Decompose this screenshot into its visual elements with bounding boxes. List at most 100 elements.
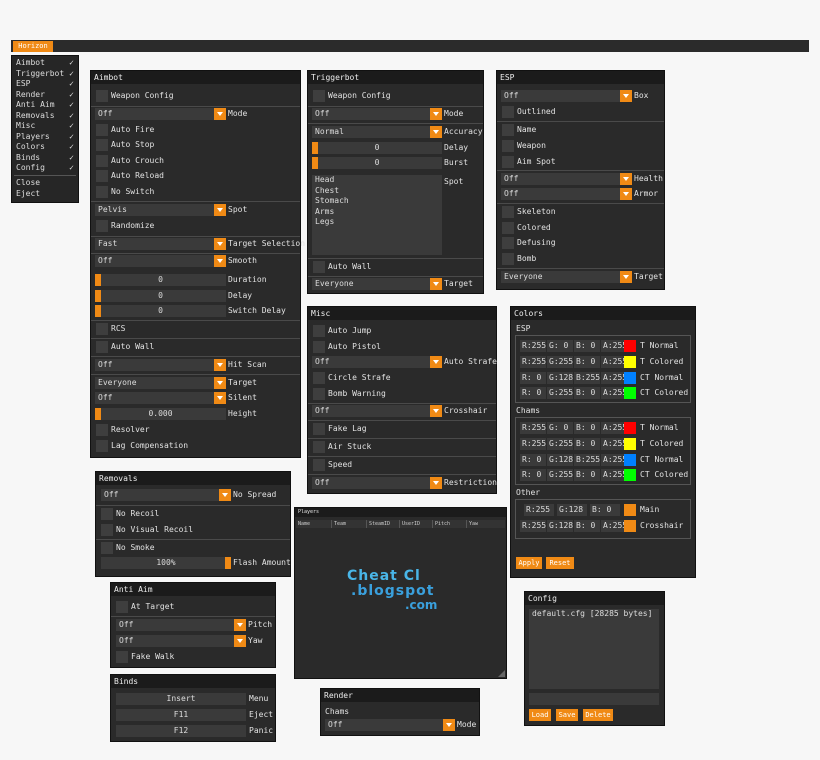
green-field[interactable]: G:255 <box>547 387 573 399</box>
save-button[interactable]: Save <box>556 709 578 721</box>
bomb-warning-checkbox[interactable] <box>313 388 325 400</box>
green-field[interactable]: G:255 <box>547 469 573 481</box>
window-title[interactable]: Triggerbot <box>308 71 483 84</box>
chams-mode-combo[interactable]: Off <box>325 719 455 731</box>
delay-slider[interactable]: 0 <box>95 290 226 302</box>
color-swatch[interactable] <box>624 340 636 352</box>
at-target-checkbox[interactable] <box>116 601 128 613</box>
height-slider[interactable]: 0.000 <box>95 408 226 420</box>
box-combo[interactable]: Off <box>501 90 632 102</box>
target-combo[interactable]: Everyone <box>501 271 632 283</box>
yaw-combo[interactable]: Off <box>116 635 246 647</box>
config-name-input[interactable] <box>529 693 659 705</box>
slider-grab[interactable] <box>95 290 101 302</box>
color-swatch[interactable] <box>624 504 636 516</box>
red-field[interactable]: R:255 <box>520 520 546 532</box>
fake-lag-checkbox[interactable] <box>313 423 325 435</box>
no-recoil-checkbox[interactable] <box>101 508 113 520</box>
weapon-config-checkbox[interactable] <box>313 90 325 102</box>
rcs-checkbox[interactable] <box>96 323 108 335</box>
red-field[interactable]: R: 0 <box>520 469 546 481</box>
mode-combo[interactable]: Off <box>312 108 442 120</box>
menu-item-binds[interactable]: Binds ✓ <box>16 153 76 163</box>
auto-wall-checkbox[interactable] <box>96 341 108 353</box>
skeleton-checkbox[interactable] <box>502 206 514 218</box>
color-swatch[interactable] <box>624 387 636 399</box>
blue-field[interactable]: B: 0 <box>574 356 600 368</box>
apply-button[interactable]: Apply <box>516 557 542 569</box>
load-button[interactable]: Load <box>529 709 551 721</box>
red-field[interactable]: R: 0 <box>520 372 546 384</box>
menu-item-players[interactable]: Players ✓ <box>16 132 76 142</box>
smooth-combo[interactable]: Off <box>95 255 226 267</box>
menu-item-removals[interactable]: Removals ✓ <box>16 111 76 121</box>
auto-strafe-combo[interactable]: Off <box>312 356 442 368</box>
column-header[interactable]: UserID <box>400 520 433 528</box>
slider-grab[interactable] <box>225 557 231 569</box>
air-stuck-checkbox[interactable] <box>313 441 325 453</box>
bind-key-button[interactable]: F12 <box>116 725 246 737</box>
bind-key-button[interactable]: Insert <box>116 693 246 705</box>
list-item[interactable]: Stomach <box>312 196 442 207</box>
blue-field[interactable]: B: 0 <box>574 340 600 352</box>
blue-field[interactable]: B: 0 <box>574 422 600 434</box>
auto-pistol-checkbox[interactable] <box>313 341 325 353</box>
fake-walk-checkbox[interactable] <box>116 651 128 663</box>
list-item[interactable]: Arms <box>312 207 442 218</box>
blue-field[interactable]: B: 0 <box>574 469 600 481</box>
aim-spot-checkbox[interactable] <box>502 156 514 168</box>
menu-item-esp[interactable]: ESP ✓ <box>16 79 76 89</box>
target-combo[interactable]: Everyone <box>312 278 442 290</box>
no-smoke-checkbox[interactable] <box>101 542 113 554</box>
auto-stop-checkbox[interactable] <box>96 139 108 151</box>
color-swatch[interactable] <box>624 438 636 450</box>
window-title[interactable]: Aimbot <box>91 71 300 84</box>
mode-combo[interactable]: Off <box>95 108 226 120</box>
outlined-checkbox[interactable] <box>502 106 514 118</box>
column-header[interactable]: Name <box>296 520 332 528</box>
green-field[interactable]: G: 0 <box>547 422 573 434</box>
hit-scan-combo[interactable]: Off <box>95 359 226 371</box>
blue-field[interactable]: B: 0 <box>574 438 600 450</box>
crosshair-combo[interactable]: Off <box>312 405 442 417</box>
color-swatch[interactable] <box>624 520 636 532</box>
target-selection-combo[interactable]: Fast <box>95 238 226 250</box>
green-field[interactable]: G: 0 <box>547 340 573 352</box>
menu-item-misc[interactable]: Misc ✓ <box>16 121 76 131</box>
window-title[interactable]: Misc <box>308 307 496 320</box>
randomize-checkbox[interactable] <box>96 220 108 232</box>
window-title[interactable]: Players <box>295 508 506 517</box>
auto-jump-checkbox[interactable] <box>313 325 325 337</box>
bind-key-button[interactable]: F11 <box>116 709 246 721</box>
no-visual-recoil-checkbox[interactable] <box>101 524 113 536</box>
column-header[interactable]: Yaw <box>467 520 505 528</box>
window-title[interactable]: Binds <box>111 675 275 688</box>
delay-slider[interactable]: 0 <box>312 142 442 154</box>
spot-combo[interactable]: Pelvis <box>95 204 226 216</box>
auto-fire-checkbox[interactable] <box>96 124 108 136</box>
auto-wall-checkbox[interactable] <box>313 261 325 273</box>
burst-slider[interactable]: 0 <box>312 157 442 169</box>
colored-checkbox[interactable] <box>502 222 514 234</box>
no-spread-combo[interactable]: Off <box>101 489 231 501</box>
blue-field[interactable]: B: 0 <box>590 504 620 516</box>
weapon-checkbox[interactable] <box>502 140 514 152</box>
armor-combo[interactable]: Off <box>501 188 632 200</box>
defusing-checkbox[interactable] <box>502 237 514 249</box>
spot-listbox[interactable]: Head Chest Stomach Arms Legs <box>312 175 442 255</box>
color-swatch[interactable] <box>624 356 636 368</box>
speed-checkbox[interactable] <box>313 459 325 471</box>
slider-grab[interactable] <box>312 157 318 169</box>
slider-grab[interactable] <box>312 142 318 154</box>
menu-item-triggerbot[interactable]: Triggerbot ✓ <box>16 69 76 79</box>
pitch-combo[interactable]: Off <box>116 619 246 631</box>
restriction-combo[interactable]: Off <box>312 477 442 489</box>
list-item[interactable]: default.cfg [28285 bytes] <box>529 609 659 620</box>
health-combo[interactable]: Off <box>501 173 632 185</box>
auto-reload-checkbox[interactable] <box>96 170 108 182</box>
green-field[interactable]: G:128 <box>557 504 587 516</box>
list-item[interactable]: Legs <box>312 217 442 228</box>
red-field[interactable]: R: 0 <box>520 387 546 399</box>
lag-compensation-checkbox[interactable] <box>96 440 108 452</box>
resolver-checkbox[interactable] <box>96 424 108 436</box>
